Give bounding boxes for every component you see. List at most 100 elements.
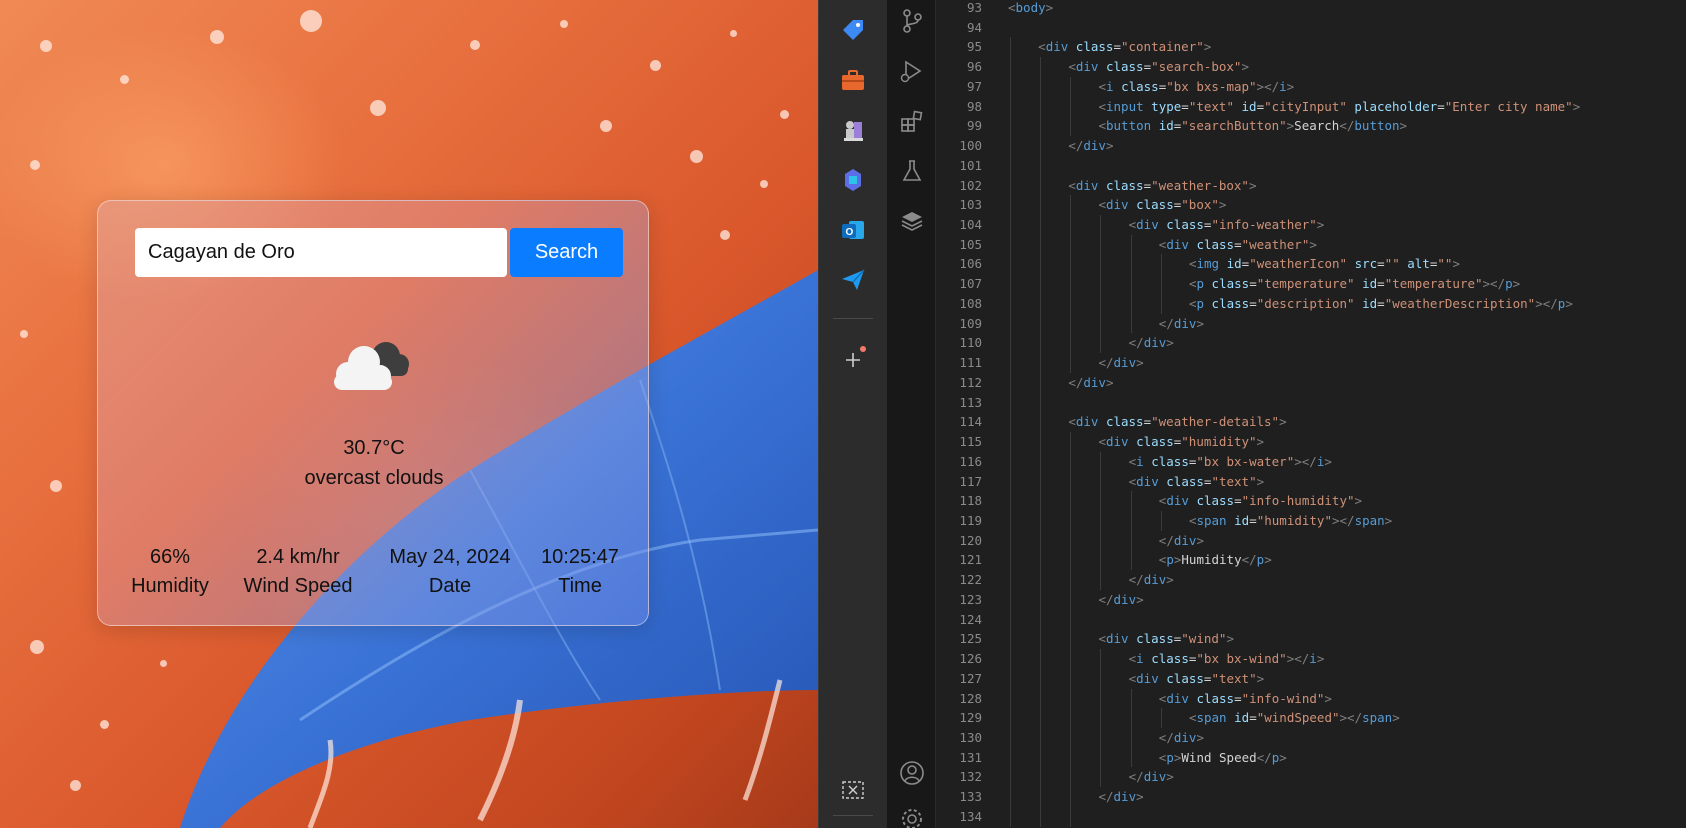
line-number: 122 <box>959 572 982 588</box>
source-control-icon[interactable] <box>899 8 925 34</box>
code-line[interactable]: </div> <box>1159 728 1204 748</box>
code-line[interactable]: <div class="weather-box"> <box>1068 176 1256 196</box>
search-button[interactable]: Search <box>510 228 623 277</box>
extensions-icon[interactable] <box>899 108 925 134</box>
raindrop <box>730 30 737 37</box>
testing-icon[interactable] <box>899 158 925 184</box>
code-line[interactable]: </div> <box>1098 590 1143 610</box>
wind-speed-label: Wind Speed <box>243 575 353 597</box>
raindrop <box>470 40 480 50</box>
code-line[interactable]: <button id="searchButton">Search</button… <box>1098 116 1407 136</box>
code-line[interactable]: <img id="weatherIcon" src="" alt=""> <box>1189 254 1460 274</box>
line-number: 128 <box>959 690 982 706</box>
line-number: 115 <box>959 434 982 450</box>
line-number: 121 <box>959 552 982 568</box>
code-line[interactable]: <div class="text"> <box>1129 472 1265 492</box>
code-line[interactable]: <div class="wind"> <box>1098 629 1234 649</box>
account-icon[interactable] <box>899 760 925 786</box>
code-line[interactable]: <i class="bx bx-wind"></i> <box>1129 649 1325 669</box>
code-line[interactable]: <p>Humidity</p> <box>1159 550 1272 570</box>
raindrop <box>30 640 44 654</box>
code-line[interactable]: </div> <box>1159 314 1204 334</box>
raindrop <box>600 120 612 132</box>
send-icon[interactable] <box>839 266 867 294</box>
code-line[interactable]: </div> <box>1068 373 1113 393</box>
layers-icon[interactable] <box>899 208 925 234</box>
indent-guide <box>1070 195 1072 373</box>
line-number: 116 <box>959 453 982 469</box>
run-debug-icon[interactable] <box>899 58 925 84</box>
raindrop <box>160 660 167 667</box>
code-line[interactable]: <div class="info-wind"> <box>1159 689 1332 709</box>
raindrop <box>780 110 789 119</box>
raindrop <box>30 160 40 170</box>
indent-guide <box>1040 57 1042 827</box>
line-number: 101 <box>959 157 982 173</box>
line-number: 100 <box>959 138 982 154</box>
outlook-icon[interactable]: O <box>839 216 867 244</box>
line-number: 123 <box>959 591 982 607</box>
chess-icon[interactable] <box>839 116 867 144</box>
code-line[interactable]: </div> <box>1068 136 1113 156</box>
line-number: 110 <box>959 335 982 351</box>
code-line[interactable]: <div class="weather-details"> <box>1068 412 1286 432</box>
code-line[interactable]: </div> <box>1129 570 1174 590</box>
code-line[interactable]: <div class="search-box"> <box>1068 57 1249 77</box>
code-line[interactable]: </div> <box>1129 767 1174 787</box>
code-line[interactable]: <i class="bx bx-water"></i> <box>1129 452 1332 472</box>
line-number: 125 <box>959 631 982 647</box>
code-line[interactable]: <body> <box>1008 0 1053 18</box>
code-line[interactable]: <i class="bx bxs-map"></i> <box>1098 77 1294 97</box>
code-line[interactable]: <div class="box"> <box>1098 195 1226 215</box>
code-line[interactable]: </div> <box>1129 333 1174 353</box>
weather-card: Search 30.7°C overcast clouds 66% Humidi… <box>97 200 649 626</box>
line-number: 129 <box>959 710 982 726</box>
line-number: 109 <box>959 315 982 331</box>
wind-speed-value: 2.4 km/hr <box>256 546 340 568</box>
code-line[interactable]: </div> <box>1159 531 1204 551</box>
date-value: May 24, 2024 <box>389 546 511 568</box>
line-number: 126 <box>959 651 982 667</box>
line-number: 96 <box>966 59 982 75</box>
raindrop <box>760 180 768 188</box>
line-number: 124 <box>959 611 982 627</box>
indent-guide <box>1100 215 1102 354</box>
line-number: 94 <box>966 19 982 35</box>
code-editor[interactable]: 93 94 95 96 97 98 99 100 101 102 103 104 105 106 107 10… <box>936 0 1686 828</box>
toolbox-icon[interactable] <box>839 66 867 94</box>
code-line[interactable]: <div class="humidity"> <box>1098 432 1264 452</box>
copilot-icon[interactable] <box>839 166 867 194</box>
add-icon[interactable] <box>839 346 867 374</box>
line-number: 108 <box>959 295 982 311</box>
code-line[interactable]: <div class="info-humidity"> <box>1159 491 1362 511</box>
code-line[interactable]: <p class="temperature" id="temperature">… <box>1189 274 1520 294</box>
raindrop <box>210 30 224 44</box>
line-number: 99 <box>966 118 982 134</box>
code-line[interactable]: <input type="text" id="cityInput" placeh… <box>1098 97 1580 117</box>
line-number: 111 <box>959 355 982 371</box>
indent-guide <box>1100 649 1102 788</box>
code-line[interactable]: <span id="humidity"></span> <box>1189 511 1392 531</box>
line-number: 106 <box>959 256 982 272</box>
code-line[interactable]: <div class="container"> <box>1038 37 1211 57</box>
code-line[interactable]: <div class="text"> <box>1129 669 1265 689</box>
raindrop <box>650 60 661 71</box>
line-number: 107 <box>959 276 982 292</box>
snipping-tool-icon[interactable] <box>839 776 867 804</box>
code-line[interactable]: <p>Wind Speed</p> <box>1159 748 1287 768</box>
code-line[interactable]: <div class="info-weather"> <box>1129 215 1325 235</box>
line-number: 104 <box>959 217 982 233</box>
settings-icon[interactable] <box>899 806 925 828</box>
code-line[interactable]: <span id="windSpeed"></span> <box>1189 708 1400 728</box>
date-label: Date <box>428 575 472 597</box>
raindrop <box>560 20 568 28</box>
indent-guide <box>1160 708 1162 728</box>
city-input[interactable] <box>135 228 507 277</box>
code-line[interactable]: </div> <box>1098 787 1143 807</box>
code-line[interactable]: <div class="weather"> <box>1159 235 1317 255</box>
code-line[interactable]: </div> <box>1098 353 1143 373</box>
line-number: 103 <box>959 197 982 213</box>
code-line[interactable]: <p class="description" id="weatherDescri… <box>1189 294 1573 314</box>
tag-icon[interactable] <box>839 16 867 44</box>
raindrop <box>40 40 52 52</box>
